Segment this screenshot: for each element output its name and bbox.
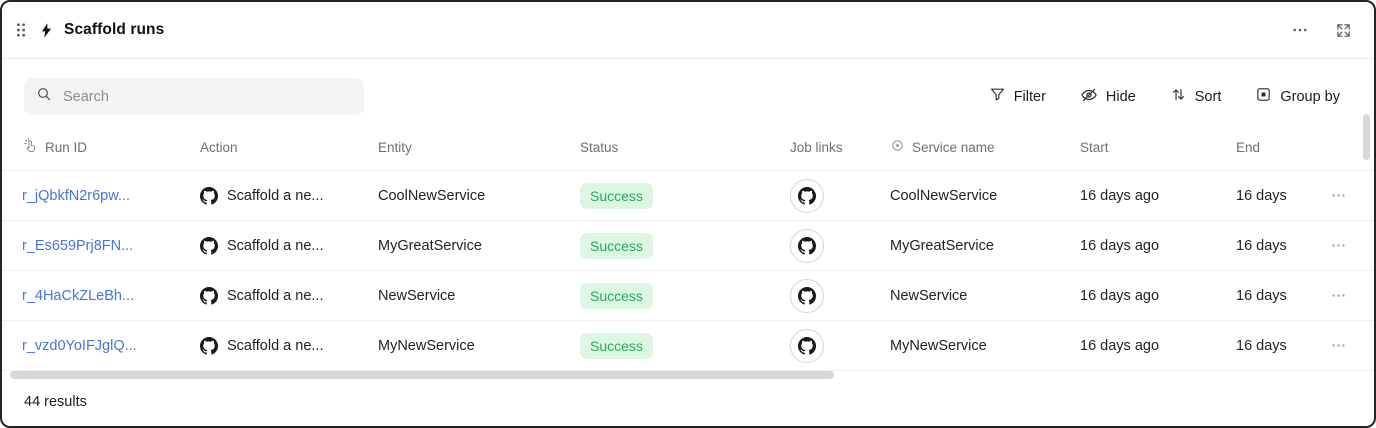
job-link-github-button[interactable] (790, 329, 824, 363)
column-label: Run ID (45, 140, 87, 155)
github-icon (798, 287, 816, 305)
end-cell: 16 days (1236, 288, 1326, 304)
service-name-cell: CoolNewService (890, 188, 1080, 204)
github-icon (200, 237, 218, 255)
entity-cell: NewService (378, 288, 580, 304)
column-label: Entity (378, 140, 412, 155)
job-link-github-button[interactable] (790, 279, 824, 313)
toolbar-actions: Filter Hide Sort Group by (989, 86, 1352, 108)
github-icon (200, 337, 218, 355)
entity-cell: CoolNewService (378, 188, 580, 204)
row-menu-button[interactable] (1326, 285, 1351, 306)
column-header-status[interactable]: Status (580, 140, 790, 155)
start-cell: 16 days ago (1080, 338, 1236, 354)
github-icon (200, 287, 218, 305)
status-badge: Success (580, 233, 653, 259)
filter-icon (989, 86, 1006, 107)
run-id-link[interactable]: r_jQbkfN2r6pw... (22, 188, 130, 204)
column-header-action[interactable]: Action (200, 140, 378, 155)
group-by-button[interactable]: Group by (1255, 86, 1340, 107)
run-id-link[interactable]: r_4HaCkZLeBh... (22, 288, 134, 304)
group-by-icon (1255, 86, 1272, 107)
table-row[interactable]: r_jQbkfN2r6pw... Scaffold a ne... CoolNe… (2, 171, 1374, 221)
lightning-bolt-icon (38, 22, 55, 39)
end-cell: 16 days (1236, 238, 1326, 254)
horizontal-scrollbar[interactable] (10, 371, 834, 379)
table-row[interactable]: r_4HaCkZLeBh... Scaffold a ne... NewServ… (2, 271, 1374, 321)
job-link-github-button[interactable] (790, 179, 824, 213)
column-label: Start (1080, 140, 1109, 155)
service-name-cell: MyNewService (890, 338, 1080, 354)
filter-label: Filter (1014, 89, 1046, 105)
search-box[interactable] (24, 78, 364, 115)
github-icon (200, 187, 218, 205)
drag-handle-icon[interactable] (14, 21, 28, 39)
column-label: Action (200, 140, 238, 155)
widget-title: Scaffold runs (64, 21, 164, 39)
status-badge: Success (580, 283, 653, 309)
column-header-end[interactable]: End (1236, 140, 1326, 155)
search-icon (36, 86, 52, 107)
sort-label: Sort (1195, 89, 1222, 105)
group-by-label: Group by (1280, 89, 1340, 105)
action-label: Scaffold a ne... (227, 238, 323, 254)
service-name-cell: NewService (890, 288, 1080, 304)
column-header-entity[interactable]: Entity (378, 140, 580, 155)
run-id-link[interactable]: r_Es659Prj8FN... (22, 238, 133, 254)
end-cell: 16 days (1236, 188, 1326, 204)
column-label: Service name (912, 140, 995, 155)
start-cell: 16 days ago (1080, 238, 1236, 254)
github-icon (798, 187, 816, 205)
hide-button[interactable]: Hide (1080, 86, 1136, 108)
table-row[interactable]: r_vzd0YoIFJglQ... Scaffold a ne... MyNew… (2, 321, 1374, 371)
action-label: Scaffold a ne... (227, 288, 323, 304)
table-row[interactable]: r_Es659Prj8FN... Scaffold a ne... MyGrea… (2, 221, 1374, 271)
widget-header: Scaffold runs (2, 2, 1374, 59)
table-toolbar: Filter Hide Sort Group by (2, 78, 1374, 115)
action-label: Scaffold a ne... (227, 338, 323, 354)
service-name-cell: MyGreatService (890, 238, 1080, 254)
column-header-start[interactable]: Start (1080, 140, 1236, 155)
status-badge: Success (580, 183, 653, 209)
entity-cell: MyNewService (378, 338, 580, 354)
entity-cell: MyGreatService (378, 238, 580, 254)
results-count: 44 results (2, 394, 1374, 426)
eye-off-icon (1080, 86, 1098, 108)
start-cell: 16 days ago (1080, 188, 1236, 204)
column-label: Job links (790, 140, 843, 155)
search-input[interactable] (61, 88, 352, 106)
hide-label: Hide (1106, 89, 1136, 105)
tap-icon (22, 138, 38, 157)
column-header-service-name[interactable]: Service name (890, 138, 1080, 156)
expand-icon[interactable] (1331, 18, 1356, 43)
status-badge: Success (580, 333, 653, 359)
start-cell: 16 days ago (1080, 288, 1236, 304)
sort-arrows-icon (1170, 86, 1187, 107)
row-menu-button[interactable] (1326, 235, 1351, 256)
target-icon (890, 138, 905, 156)
end-cell: 16 days (1236, 338, 1326, 354)
github-icon (798, 337, 816, 355)
column-header-run-id[interactable]: Run ID (22, 138, 200, 157)
widget-menu-button[interactable] (1287, 17, 1313, 43)
run-id-link[interactable]: r_vzd0YoIFJglQ... (22, 338, 137, 354)
column-label: Status (580, 140, 618, 155)
row-menu-button[interactable] (1326, 335, 1351, 356)
filter-button[interactable]: Filter (989, 86, 1046, 107)
row-menu-button[interactable] (1326, 185, 1351, 206)
scaffold-runs-widget: Scaffold runs Filter Hide Sort (0, 0, 1376, 428)
vertical-scrollbar[interactable] (1363, 114, 1370, 160)
table-header-row: Run ID Action Entity Status Job links Se… (2, 124, 1374, 171)
action-label: Scaffold a ne... (227, 188, 323, 204)
column-label: End (1236, 140, 1260, 155)
job-link-github-button[interactable] (790, 229, 824, 263)
sort-button[interactable]: Sort (1170, 86, 1222, 107)
column-header-job-links[interactable]: Job links (790, 140, 890, 155)
github-icon (798, 237, 816, 255)
